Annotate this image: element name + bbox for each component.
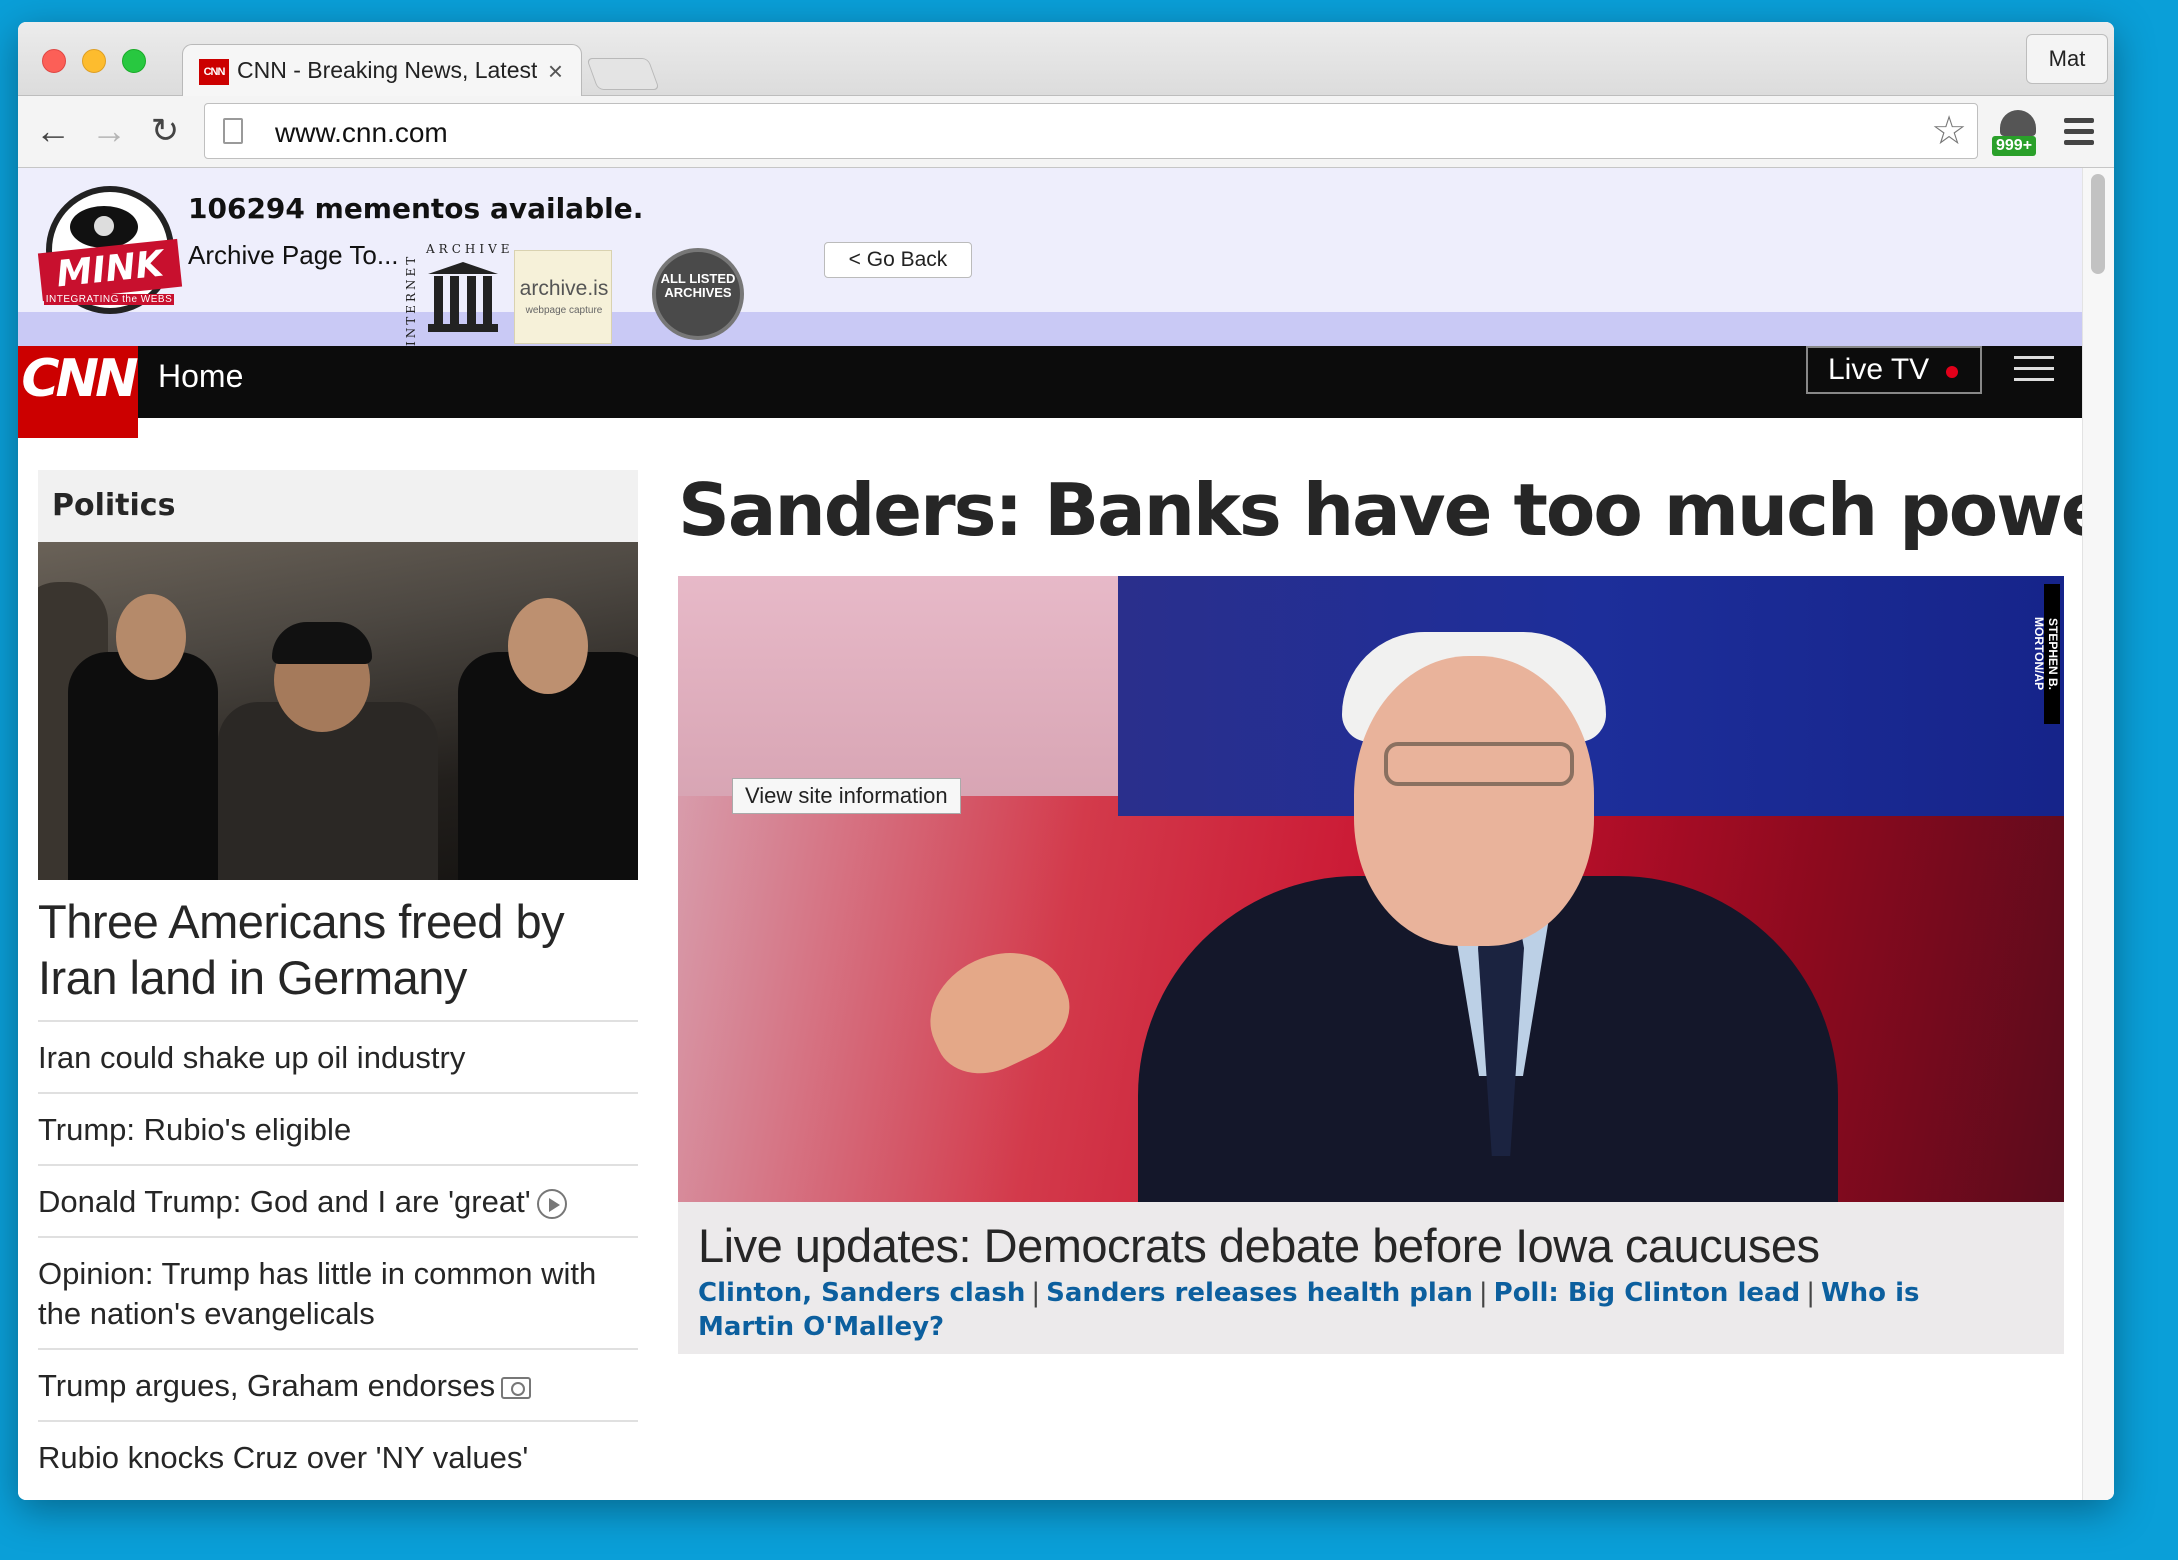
zoom-window-button[interactable] [122, 49, 146, 73]
address-bar[interactable]: www.cnn.com ☆ [204, 103, 1978, 159]
nav-home-link[interactable]: Home [158, 358, 243, 395]
site-info-tooltip: View site information [732, 778, 961, 814]
story-link[interactable]: Trump: Rubio's eligible [38, 1094, 638, 1166]
story-link[interactable]: Opinion: Trump has little in common with… [38, 1238, 638, 1350]
browser-toolbar: ← → ↻ www.cnn.com ☆ 999+ [18, 96, 2114, 168]
archive-is-name: archive.is [519, 277, 609, 300]
internet-archive-icon [428, 262, 498, 336]
mink-toolbar: MINK INTEGRATING the WEBS 106294 memento… [18, 168, 2086, 346]
live-tv-button[interactable]: Live TV [1806, 346, 1982, 394]
page-scrollbar[interactable] [2082, 168, 2114, 1500]
close-tab-icon[interactable]: × [548, 56, 563, 87]
mink-extension-button[interactable]: 999+ [1990, 104, 2046, 162]
profile-button[interactable]: Mat [2026, 34, 2108, 84]
story-text: Trump: Rubio's eligible [38, 1112, 352, 1147]
ia-top-label: ARCHIVE [426, 242, 514, 256]
story-text: Opinion: Trump has little in common with… [38, 1256, 597, 1331]
go-back-button[interactable]: < Go Back [824, 242, 972, 278]
ia-side-label: INTERNET [404, 253, 418, 346]
new-tab-button[interactable] [586, 58, 660, 90]
tab-title: CNN - Breaking News, Latest [237, 57, 537, 83]
browser-window: CNN CNN - Breaking News, Latest × Mat ← … [18, 22, 2114, 1500]
extension-badge: 999+ [1992, 136, 2037, 156]
page-viewport: MINK INTEGRATING the WEBS 106294 memento… [18, 168, 2114, 1500]
related-link[interactable]: Sanders releases health plan [1046, 1278, 1473, 1308]
mink-extension-icon [2000, 110, 2036, 136]
scrollbar-thumb[interactable] [2091, 174, 2105, 274]
mink-logo-tagline: INTEGRATING the WEBS [44, 294, 174, 305]
archive-page-label: Archive Page To... [188, 240, 399, 270]
browser-menu-icon[interactable] [2064, 118, 2094, 151]
story-link[interactable]: Trump argues, Graham endorses [38, 1350, 638, 1422]
cnn-logo[interactable]: CNN [18, 346, 139, 438]
politics-lead-image[interactable] [38, 542, 638, 880]
related-link[interactable]: Poll: Big Clinton lead [1494, 1278, 1801, 1308]
story-link[interactable]: Rubio knocks Cruz over 'NY values' [38, 1422, 638, 1492]
forward-arrow-icon[interactable]: → [88, 110, 130, 152]
all-listed-archives-button[interactable]: ALL LISTED ARCHIVES [652, 248, 744, 340]
cnn-favicon-icon: CNN [199, 59, 229, 85]
live-dot-icon [1946, 366, 1958, 378]
photo-credit: STEPHEN B. MORTON/AP [2032, 584, 2060, 724]
eye-icon [70, 206, 138, 248]
tab-bar: CNN CNN - Breaking News, Latest × Mat [18, 22, 2114, 98]
section-header[interactable]: Politics [38, 470, 638, 542]
gallery-camera-icon [501, 1376, 532, 1399]
story-text: Rubio knocks Cruz over 'NY values' [38, 1440, 529, 1475]
story-text: Trump argues, Graham endorses [38, 1368, 496, 1403]
hero-caption: Live updates: Democrats debate before Io… [678, 1202, 2064, 1354]
lead-headline-link[interactable]: Three Americans freed by Iran land in Ge… [38, 880, 638, 1022]
minimize-window-button[interactable] [82, 49, 106, 73]
url-text[interactable]: www.cnn.com [275, 117, 448, 149]
archive-is-button[interactable]: archive.is webpage capture [514, 250, 612, 344]
mink-logo[interactable]: MINK INTEGRATING the WEBS [37, 186, 183, 318]
story-text: Iran could shake up oil industry [38, 1040, 466, 1075]
politics-column: Politics Three Americans freed by Iran l… [38, 470, 638, 1492]
story-link[interactable]: Iran could shake up oil industry [38, 1022, 638, 1094]
reload-icon[interactable]: ↻ [144, 110, 186, 152]
bookmark-star-icon[interactable]: ☆ [1931, 108, 1967, 154]
story-text: Donald Trump: God and I are 'great' [38, 1184, 531, 1219]
cnn-nav-bar: CNN Home Live TV [18, 346, 2086, 438]
story-link[interactable]: Donald Trump: God and I are 'great' [38, 1166, 638, 1238]
back-arrow-icon[interactable]: ← [32, 110, 74, 152]
main-headline-link[interactable]: Sanders: Banks have too much power [678, 468, 2114, 552]
internet-archive-button[interactable]: INTERNET ARCHIVE [404, 242, 514, 346]
page-icon[interactable] [223, 118, 243, 144]
live-tv-label: Live TV [1828, 353, 1930, 386]
close-window-button[interactable] [42, 49, 66, 73]
caption-headline-link[interactable]: Live updates: Democrats debate before Io… [698, 1218, 1820, 1273]
tab-cnn[interactable]: CNN CNN - Breaking News, Latest × [182, 44, 582, 98]
related-link[interactable]: Clinton, Sanders clash [698, 1278, 1025, 1308]
mementos-count: 106294 mementos available. [188, 192, 644, 225]
archive-is-subtitle: webpage capture [525, 305, 603, 316]
hero-image[interactable]: STEPHEN B. MORTON/AP View site informati… [678, 576, 2064, 1202]
hamburger-menu-icon[interactable] [2014, 356, 2054, 389]
related-links: Clinton, Sanders clash | Sanders releases … [698, 1278, 1920, 1342]
video-play-icon [536, 1188, 567, 1219]
